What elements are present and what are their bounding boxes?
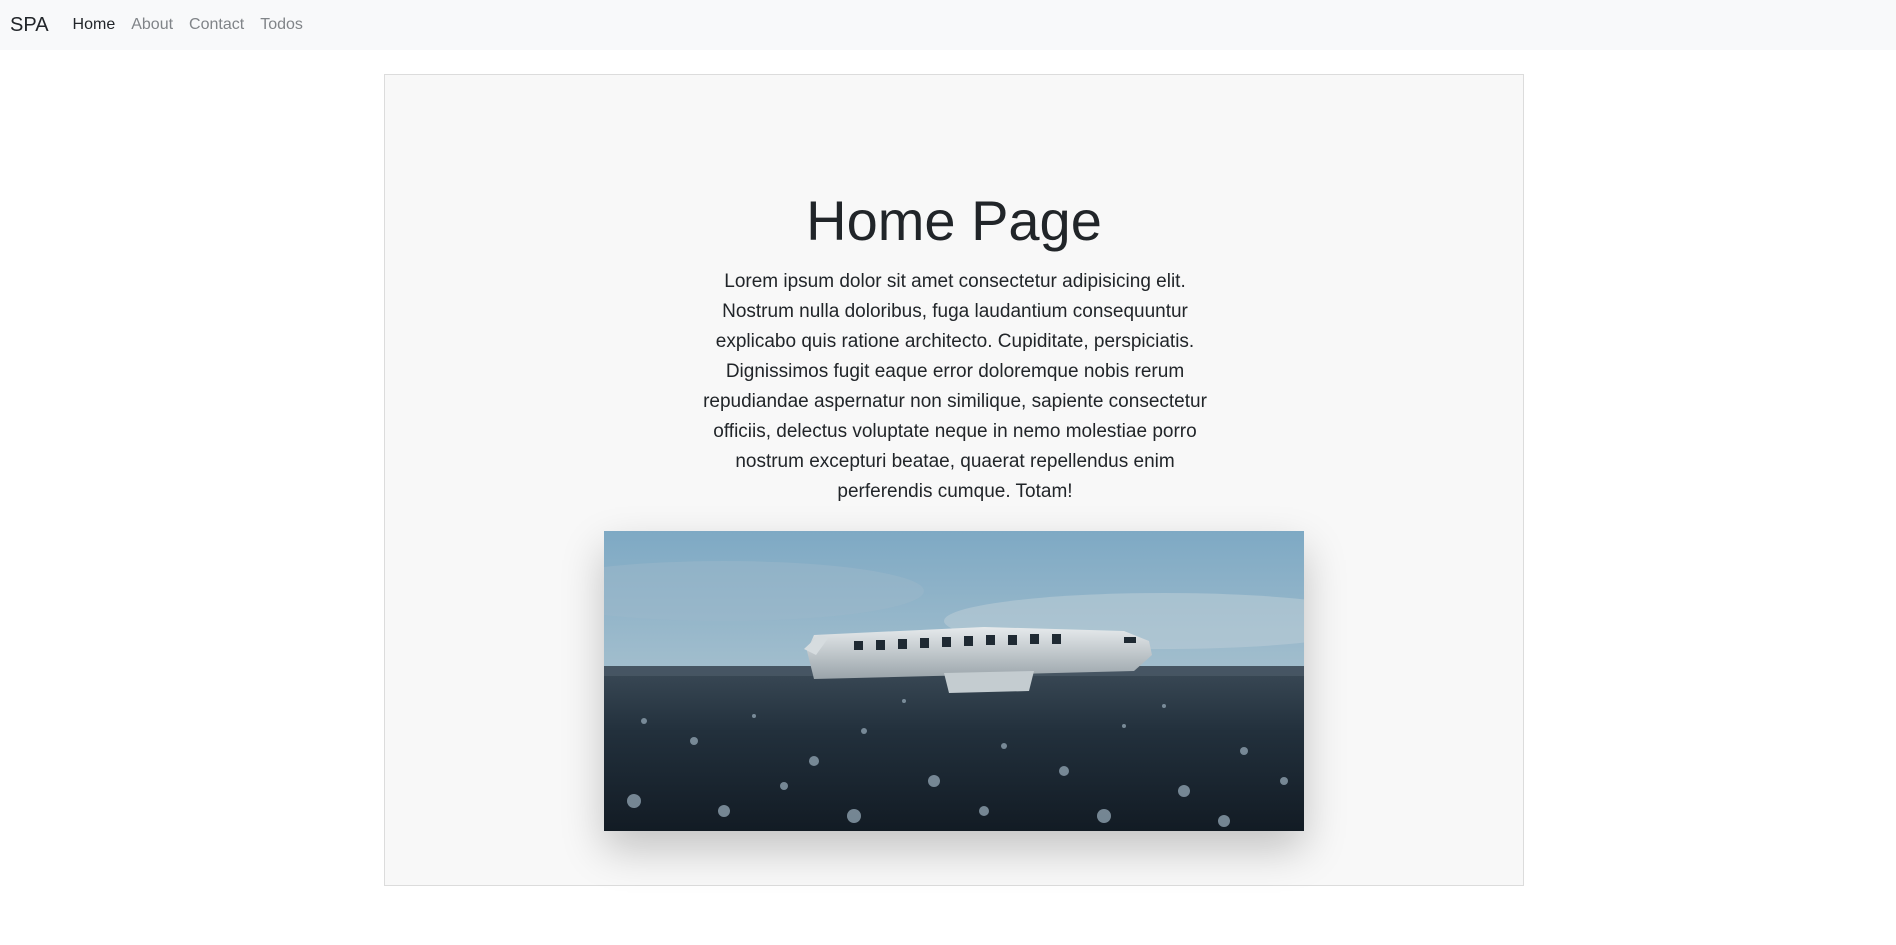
brand-link[interactable]: SPA (10, 14, 49, 37)
intro-paragraph: Lorem ipsum dolor sit amet consectetur a… (703, 271, 1207, 502)
top-navbar: SPA Home About Contact Todos (0, 0, 1896, 50)
nav-link-about[interactable]: About (131, 16, 173, 34)
nav-link-todos[interactable]: Todos (260, 16, 303, 34)
nav-link-home[interactable]: Home (73, 16, 116, 34)
home-card: Home Page Lorem ipsum dolor sit amet con… (384, 74, 1524, 886)
page-title: Home Page (806, 189, 1102, 252)
plane-wreck-image (604, 531, 1304, 831)
nav-link-contact[interactable]: Contact (189, 16, 244, 34)
